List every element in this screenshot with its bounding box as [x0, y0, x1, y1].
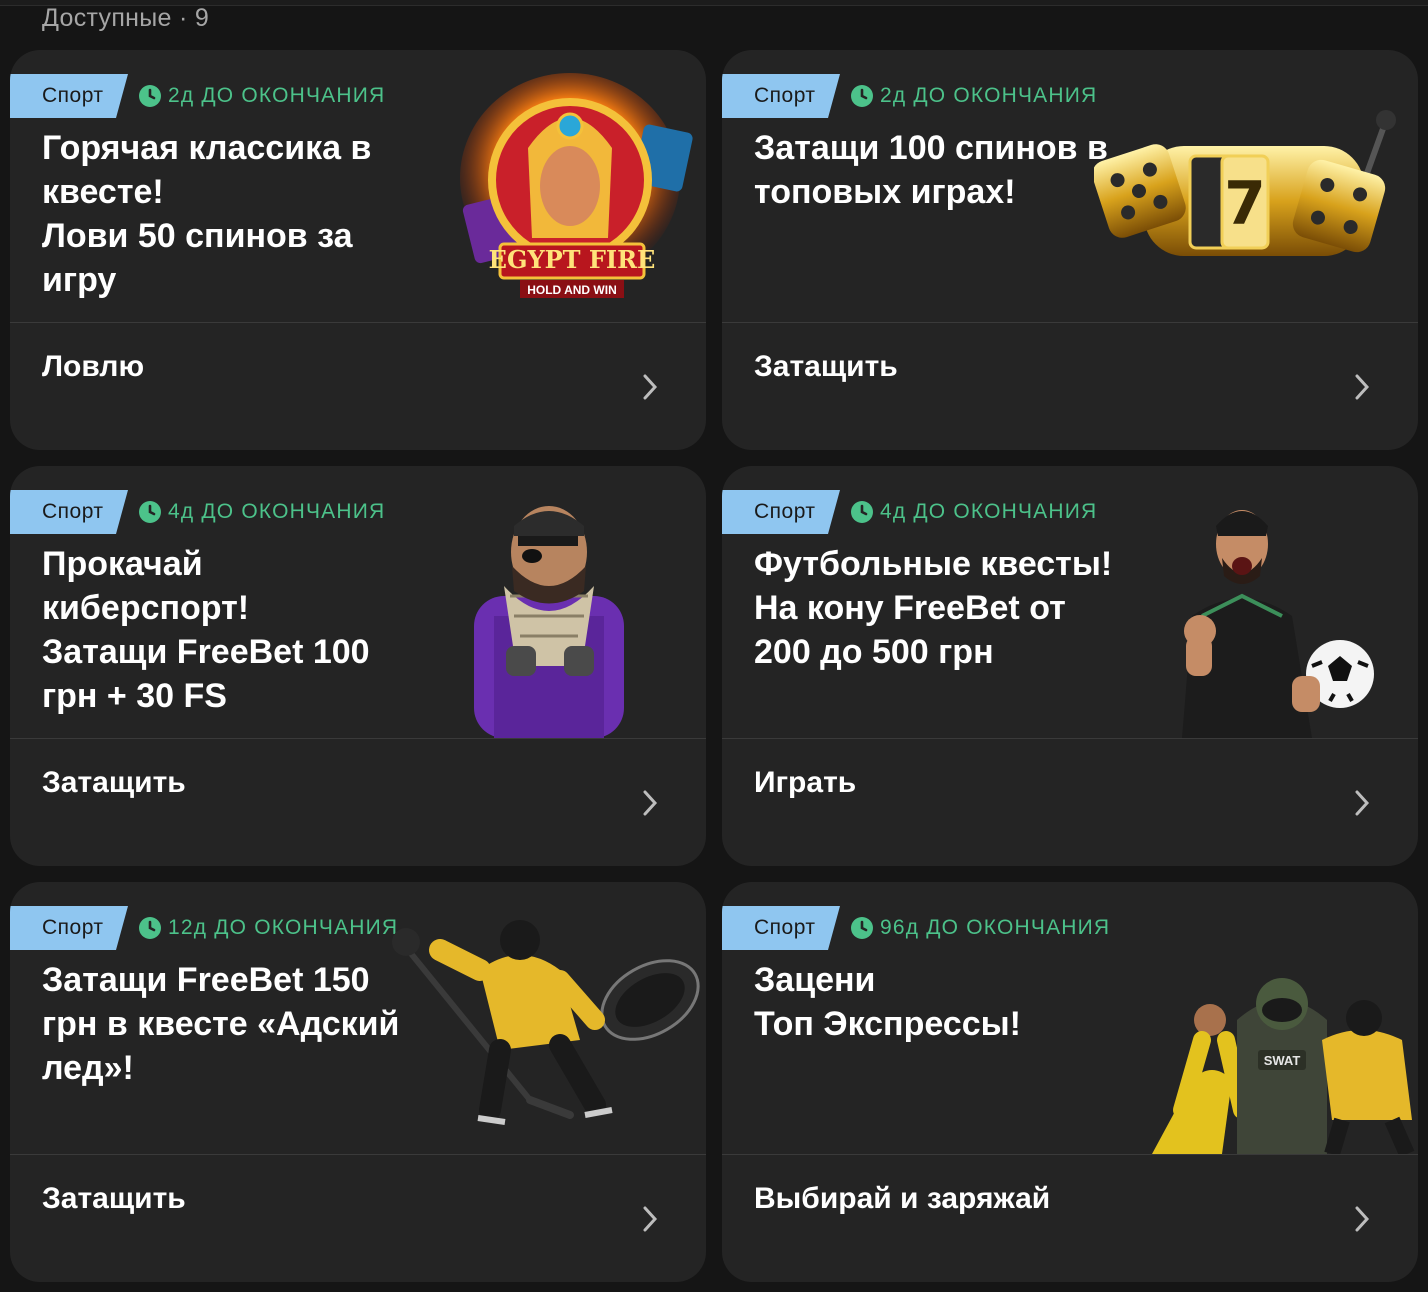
- quest-action-label[interactable]: Выбирай и заряжай: [754, 1182, 1050, 1216]
- clock-icon: [851, 85, 873, 107]
- category-tag: Спорт: [10, 490, 128, 534]
- quest-card[interactable]: Спорт 2д ДО ОКОНЧАНИЯ Затащи 100 спинов …: [722, 50, 1418, 450]
- card-divider: [10, 322, 706, 323]
- esports-character-image: [474, 506, 624, 738]
- deadline-timer: 4д ДО ОКОНЧАНИЯ: [138, 499, 385, 525]
- quest-card[interactable]: Спорт 2д ДО ОКОНЧАНИЯ Горячая классика в…: [10, 50, 706, 450]
- timer-text: 2д ДО ОКОНЧАНИЯ: [880, 84, 1098, 107]
- deadline-timer: 96д ДО ОКОНЧАНИЯ: [850, 915, 1110, 941]
- quest-card-header: Спорт 4д ДО ОКОНЧАНИЯ Футбольные квесты!…: [722, 466, 1418, 738]
- svg-text:EGYPT FIRE: EGYPT FIRE: [489, 245, 656, 274]
- category-tag: Спорт: [10, 74, 128, 118]
- clock-icon: [139, 917, 161, 939]
- timer-text: 4д ДО ОКОНЧАНИЯ: [168, 500, 386, 523]
- category-tag: Спорт: [722, 906, 840, 950]
- deadline-timer: 2д ДО ОКОНЧАНИЯ: [850, 83, 1097, 109]
- quest-card-header: Спорт 12д ДО ОКОНЧАНИЯ Затащи FreeBet 15…: [10, 882, 706, 1154]
- badge-text: SWAT: [1264, 1053, 1301, 1068]
- quest-card[interactable]: Спорт 96д ДО ОКОНЧАНИЯ Зацени Топ Экспре…: [722, 882, 1418, 1282]
- quest-card[interactable]: Спорт 4д ДО ОКОНЧАНИЯ Прокачай киберспор…: [10, 466, 706, 866]
- card-divider: [10, 1154, 706, 1155]
- quest-title: Зацени Топ Экспрессы!: [754, 961, 1021, 1043]
- quest-action-label[interactable]: Затащить: [754, 350, 898, 384]
- athletes-group-image: SWAT: [1152, 978, 1415, 1154]
- clock-icon: [139, 501, 161, 523]
- chevron-right-icon[interactable]: [640, 1204, 660, 1234]
- card-divider: [722, 1154, 1418, 1155]
- egypt-fire-logo-image: EGYPT FIRE HOLD AND WIN: [460, 73, 693, 298]
- football-player-image: [1182, 510, 1374, 738]
- chevron-right-icon[interactable]: [1352, 372, 1372, 402]
- category-tag: Спорт: [10, 906, 128, 950]
- timer-text: 2д ДО ОКОНЧАНИЯ: [168, 84, 386, 107]
- clock-icon: [139, 85, 161, 107]
- quest-card-header: Спорт 4д ДО ОКОНЧАНИЯ Прокачай киберспор…: [10, 466, 706, 738]
- chevron-right-icon[interactable]: [1352, 1204, 1372, 1234]
- clock-icon: [851, 501, 873, 523]
- quest-card[interactable]: Спорт 12д ДО ОКОНЧАНИЯ Затащи FreeBet 15…: [10, 882, 706, 1282]
- section-title: Доступные · 9: [42, 4, 210, 32]
- svg-text:7: 7: [1224, 169, 1266, 239]
- chevron-right-icon[interactable]: [1352, 788, 1372, 818]
- quest-action-label[interactable]: Ловлю: [42, 350, 144, 384]
- card-divider: [722, 738, 1418, 739]
- quest-action-label[interactable]: Играть: [754, 766, 856, 800]
- svg-text:HOLD AND WIN: HOLD AND WIN: [527, 283, 617, 297]
- clock-icon: [851, 917, 873, 939]
- category-tag: Спорт: [722, 74, 840, 118]
- quest-action-label[interactable]: Затащить: [42, 766, 186, 800]
- card-divider: [10, 738, 706, 739]
- quest-title: Футбольные квесты! На кону FreeBet от 20…: [754, 545, 1113, 671]
- top-divider: [0, 0, 1428, 6]
- quest-title: Прокачай киберспорт! Затащи FreeBet 100 …: [42, 545, 370, 715]
- quest-title: Затащи FreeBet 150 грн в квесте «Адский …: [42, 961, 400, 1087]
- timer-text: 12д ДО ОКОНЧАНИЯ: [168, 916, 399, 939]
- deadline-timer: 2д ДО ОКОНЧАНИЯ: [138, 83, 385, 109]
- deadline-timer: 12д ДО ОКОНЧАНИЯ: [138, 915, 398, 941]
- category-tag: Спорт: [722, 490, 840, 534]
- chevron-right-icon[interactable]: [640, 372, 660, 402]
- quest-action-label[interactable]: Затащить: [42, 1182, 186, 1216]
- card-divider: [722, 322, 1418, 323]
- quest-card-header: Спорт 2д ДО ОКОНЧАНИЯ Горячая классика в…: [10, 50, 706, 322]
- timer-text: 4д ДО ОКОНЧАНИЯ: [880, 500, 1098, 523]
- quest-card[interactable]: Спорт 4д ДО ОКОНЧАНИЯ Футбольные квесты!…: [722, 466, 1418, 866]
- timer-text: 96д ДО ОКОНЧАНИЯ: [880, 916, 1111, 939]
- quest-card-header: Спорт 96д ДО ОКОНЧАНИЯ Зацени Топ Экспре…: [722, 882, 1418, 1154]
- deadline-timer: 4д ДО ОКОНЧАНИЯ: [850, 499, 1097, 525]
- quest-title: Затащи 100 спинов в топовых играх!: [754, 129, 1108, 211]
- quest-card-header: Спорт 2д ДО ОКОНЧАНИЯ Затащи 100 спинов …: [722, 50, 1418, 322]
- chevron-right-icon[interactable]: [640, 788, 660, 818]
- quest-title: Горячая классика в квесте! Лови 50 спино…: [42, 129, 372, 299]
